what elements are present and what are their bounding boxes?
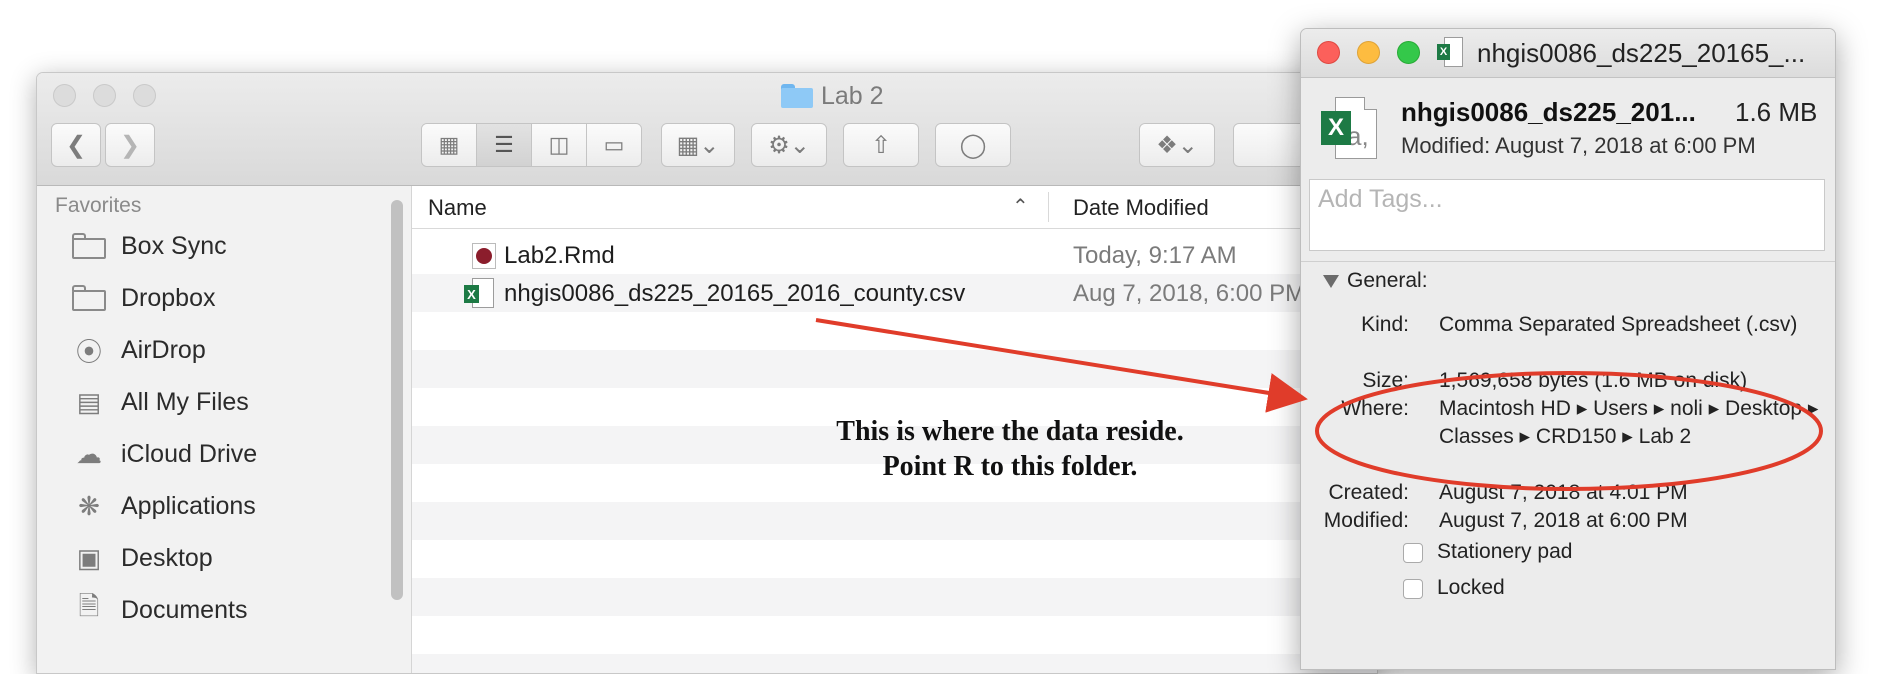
annotation-line-2: Point R to this folder.: [882, 451, 1138, 482]
annotation-arrow: [815, 318, 1308, 413]
annotation-text: This is where the data reside. Point R t…: [760, 414, 1260, 484]
annotation-ellipse: [1315, 371, 1823, 491]
empty-row: [412, 654, 1377, 673]
annotation-line-1: This is where the data reside.: [836, 416, 1184, 447]
annotation-overlay: [815, 318, 1823, 491]
